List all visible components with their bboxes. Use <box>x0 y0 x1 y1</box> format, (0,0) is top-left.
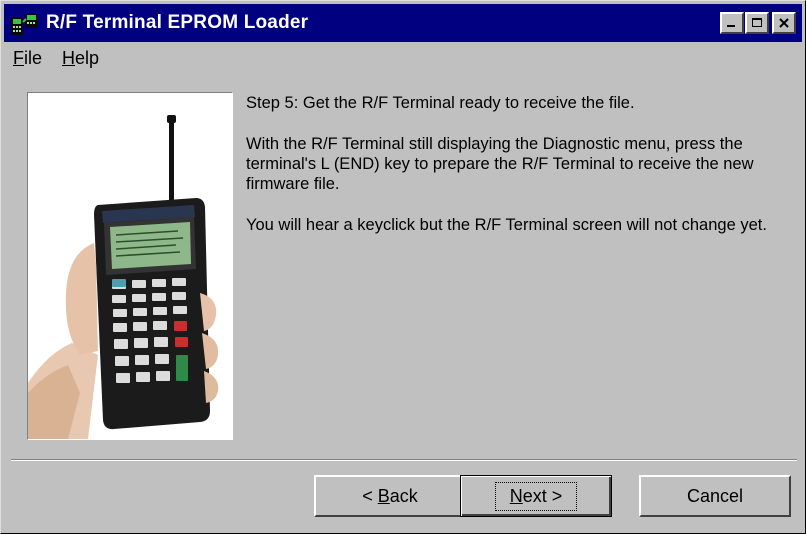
instructions: Step 5: Get the R/F Terminal ready to re… <box>246 93 794 256</box>
maximize-button[interactable] <box>745 12 769 34</box>
step-heading: Step 5: Get the R/F Terminal ready to re… <box>246 94 635 112</box>
menu-help-label: elp <box>75 47 100 68</box>
wizard-window: R/F Terminal EPROM Loader File Help Step… <box>0 0 806 534</box>
close-button[interactable] <box>772 12 796 34</box>
handheld-terminal-image <box>28 115 219 439</box>
back-button-label: < Back <box>362 486 418 507</box>
close-icon <box>779 18 789 28</box>
cancel-button[interactable]: Cancel <box>639 475 791 517</box>
window-title: R/F Terminal EPROM Loader <box>46 12 309 33</box>
menu-file-label: ile <box>24 47 43 68</box>
next-mnemonic: N <box>509 485 523 506</box>
title-bar[interactable]: R/F Terminal EPROM Loader <box>4 4 802 42</box>
menu-file-mnemonic: F <box>13 47 24 68</box>
minimize-icon <box>727 25 735 27</box>
next-button-label: Next > <box>494 481 578 511</box>
back-rest: ack <box>389 485 418 506</box>
terminal-illustration <box>27 92 233 440</box>
terminal-app-icon[interactable] <box>10 8 40 38</box>
back-mnemonic: B <box>377 485 390 506</box>
menu-bar: File Help <box>5 43 109 73</box>
cancel-button-label: Cancel <box>686 485 744 506</box>
next-button[interactable]: Next > <box>460 475 612 517</box>
menu-help[interactable]: Help <box>52 46 109 71</box>
separator-line <box>11 459 797 461</box>
next-rest: ext > <box>522 485 563 506</box>
minimize-button[interactable] <box>720 12 744 34</box>
instruction-paragraph-1: With the R/F Terminal still displaying t… <box>246 135 754 193</box>
menu-file[interactable]: File <box>5 46 52 71</box>
menu-help-mnemonic: H <box>62 47 76 68</box>
back-button[interactable]: < Back <box>314 475 466 517</box>
maximize-icon <box>752 18 762 27</box>
back-prefix: < <box>362 485 378 506</box>
instruction-paragraph-2: You will hear a keyclick but the R/F Ter… <box>246 216 767 234</box>
